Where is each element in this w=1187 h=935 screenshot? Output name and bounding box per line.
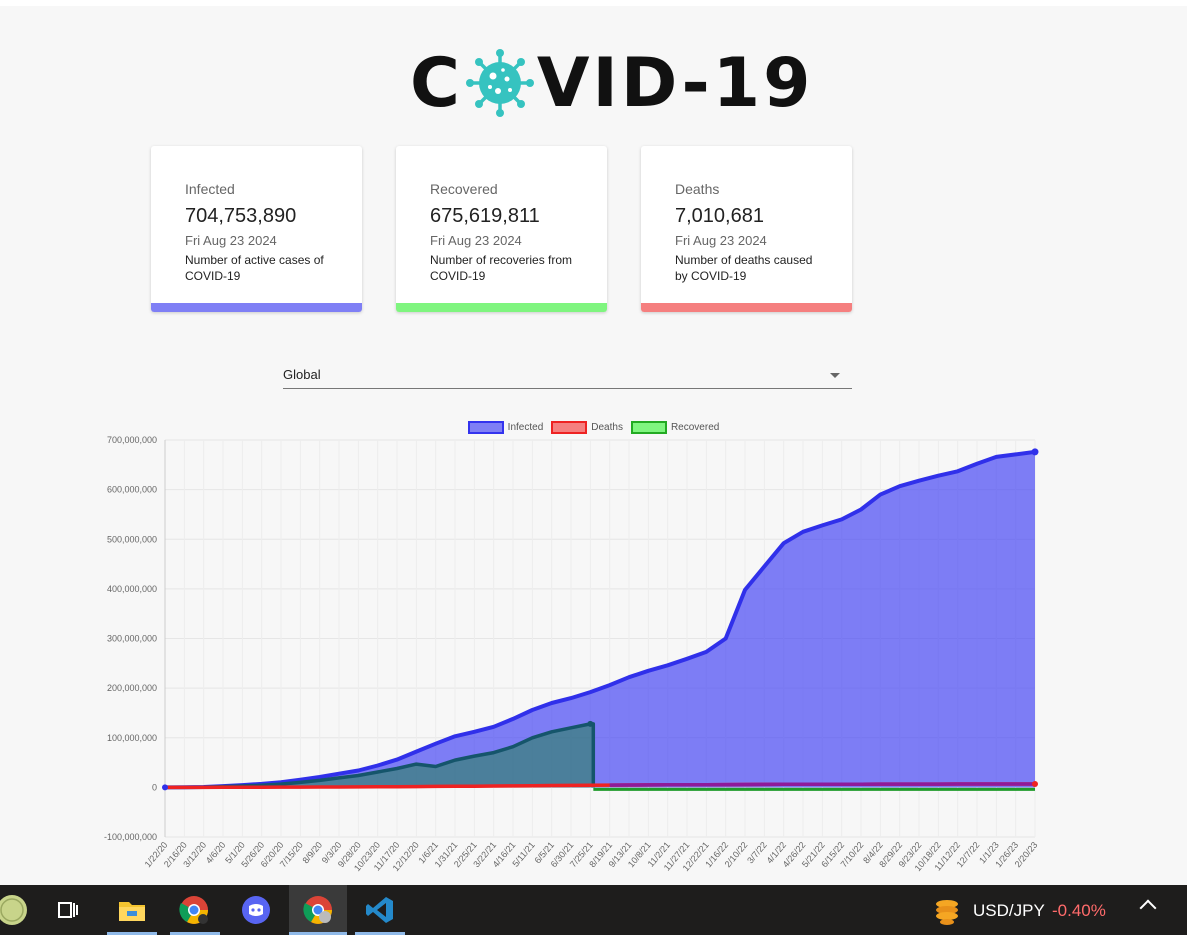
taskbar: USD/JPY -0.40% <box>0 885 1187 935</box>
card-description: Number of active cases of COVID-19 <box>185 253 324 283</box>
covid-logo: C VID-19 <box>410 40 813 126</box>
ticker-change[interactable]: -0.40% <box>1052 901 1106 921</box>
y-tick-label: 200,000,000 <box>107 683 157 693</box>
country-select[interactable]: Global <box>283 362 852 389</box>
card-label: Infected <box>185 181 235 197</box>
y-tick-label: 300,000,000 <box>107 634 157 644</box>
y-tick-label: 700,000,000 <box>107 435 157 445</box>
logo-text-right: VID-19 <box>536 43 814 123</box>
discord-icon[interactable] <box>240 894 272 926</box>
chrome-icon[interactable] <box>178 894 210 926</box>
file-explorer-icon[interactable] <box>116 894 148 926</box>
card-color-bar <box>151 303 362 312</box>
virus-icon <box>465 49 534 117</box>
card-date: Fri Aug 23 2024 <box>675 233 767 248</box>
recovered-end-point <box>587 720 594 727</box>
vscode-icon[interactable] <box>364 894 396 926</box>
cases-chart: 700,000,000 600,000,000 500,000,000 400,000… <box>104 435 1040 873</box>
x-tick-label: 8/9/20 <box>300 840 324 866</box>
ticker-pair[interactable]: USD/JPY <box>973 901 1045 921</box>
card-color-bar <box>641 303 852 312</box>
y-tick-label: 400,000,000 <box>107 584 157 594</box>
coins-icon <box>936 900 958 925</box>
start-point <box>162 784 168 791</box>
country-select-value: Global <box>283 367 321 382</box>
top-strip <box>0 0 1187 6</box>
card-description: Number of deaths caused by COVID-19 <box>675 253 813 283</box>
show-hidden-icons-chevron-icon[interactable] <box>1139 899 1157 917</box>
card-count: 704,753,890 <box>185 205 297 227</box>
y-tick-label: 500,000,000 <box>107 534 157 544</box>
recovered-card: Recovered 675,619,811 Fri Aug 23 2024 Nu… <box>396 146 607 312</box>
x-tick-label: 3/7/22 <box>745 840 769 866</box>
y-tick-label: 100,000,000 <box>107 733 157 743</box>
card-description: Number of recoveries from COVID-19 <box>430 253 573 283</box>
y-tick-label: 600,000,000 <box>107 485 157 495</box>
card-date: Fri Aug 23 2024 <box>185 233 277 248</box>
card-color-bar <box>396 303 607 312</box>
deaths-card: Deaths 7,010,681 Fri Aug 23 2024 Number … <box>641 146 852 312</box>
y-tick-label: 0 <box>152 782 157 792</box>
y-tick-label: -100,000,000 <box>104 832 157 842</box>
logo-text-left: C <box>410 43 463 123</box>
card-label: Deaths <box>675 181 720 197</box>
card-label: Recovered <box>430 181 498 197</box>
x-tick-label: 4/6/20 <box>204 840 228 866</box>
dropdown-arrow-icon <box>830 373 840 378</box>
deaths-line-overlap <box>609 782 1035 787</box>
melon-icon[interactable] <box>0 894 32 926</box>
infected-end-point <box>1031 448 1039 456</box>
card-count: 675,619,811 <box>430 205 540 227</box>
card-date: Fri Aug 23 2024 <box>430 233 522 248</box>
infected-area <box>165 451 1035 788</box>
infected-card: Infected 704,753,890 Fri Aug 23 2024 Num… <box>151 146 362 312</box>
card-count: 7,010,681 <box>675 205 764 227</box>
task-view-icon[interactable] <box>52 894 84 926</box>
chrome-profile-icon[interactable] <box>302 894 334 926</box>
deaths-end-point <box>1032 780 1038 787</box>
